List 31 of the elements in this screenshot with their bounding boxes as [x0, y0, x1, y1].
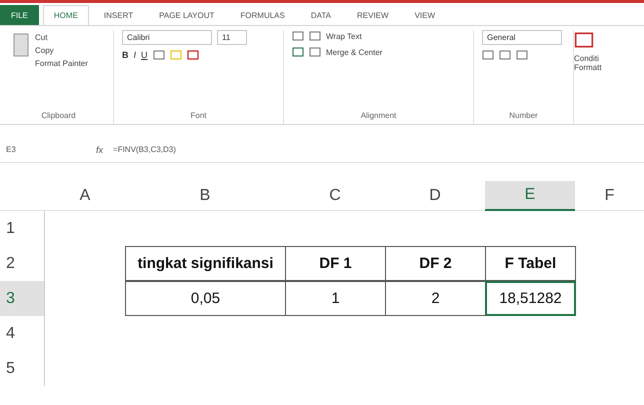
row-header[interactable]: 3: [0, 281, 45, 316]
table-cell: F Tabel: [485, 246, 576, 281]
table-cell: 2: [385, 281, 486, 316]
italic-button[interactable]: I: [134, 50, 136, 60]
name-box[interactable]: E3: [6, 145, 86, 154]
table-cell: DF 1: [285, 246, 386, 281]
conditional-formatting-button[interactable]: Conditi Formatt: [574, 54, 602, 72]
format-painter-button[interactable]: Format Painter: [35, 58, 88, 68]
ribbon-tab[interactable]: FILE: [0, 5, 39, 25]
table-cell: tingkat signifikansi: [125, 246, 286, 281]
bold-button[interactable]: B: [122, 50, 128, 60]
group-label: Clipboard: [41, 111, 76, 122]
merge-center-button[interactable]: Merge & Center: [326, 48, 382, 56]
table-cell: DF 2: [385, 246, 486, 281]
cut-button[interactable]: Cut: [35, 32, 88, 42]
font-size-field[interactable]: 11: [217, 30, 247, 45]
group-label: Alignment: [360, 111, 396, 122]
group-label: Number: [509, 111, 538, 122]
underline-button[interactable]: U: [141, 50, 148, 60]
number-format-field[interactable]: General: [482, 30, 562, 45]
column-header[interactable]: E: [485, 181, 575, 211]
wrap-text-button[interactable]: Wrap Text: [326, 32, 362, 40]
group-label: Font: [190, 111, 206, 122]
copy-button[interactable]: Copy: [35, 46, 88, 54]
font-name-field[interactable]: Calibri: [122, 30, 212, 45]
table-cell: 1: [285, 281, 386, 316]
function-icon[interactable]: fx: [96, 144, 104, 154]
ribbon-tab[interactable]: HOME: [42, 5, 89, 25]
formula-field[interactable]: =FINV(B3,C3,D3): [113, 145, 176, 154]
table-cell: 18,51282: [485, 281, 576, 316]
table-cell: 0,05: [125, 281, 286, 316]
